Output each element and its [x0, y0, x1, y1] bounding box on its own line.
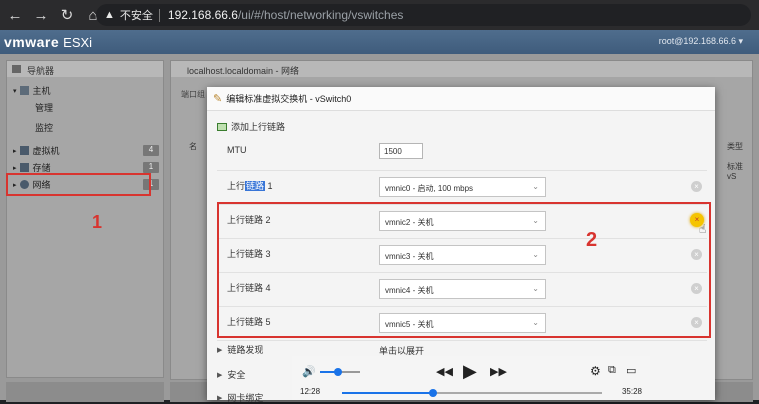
annotation-number-2: 2: [586, 229, 598, 251]
volume-icon[interactable]: 🔊: [302, 365, 316, 378]
forward-icon[interactable]: →: [30, 4, 52, 26]
seek-fill: [342, 392, 433, 394]
chevron-down-icon: ⌄: [532, 182, 539, 191]
nav-manage[interactable]: 管理: [35, 101, 53, 114]
back-icon[interactable]: ←: [4, 4, 26, 26]
esxi-header: vmware ESXi root@192.168.66.6 ▾: [0, 30, 759, 54]
fast-forward-icon[interactable]: ▶▶: [490, 365, 507, 378]
expand-icon[interactable]: ▸: [13, 164, 17, 172]
vmware-logo: vmware: [4, 34, 60, 50]
nav-vms-label: 虚拟机: [32, 146, 60, 156]
uplink-label-1-suffix: 1: [265, 181, 273, 191]
add-uplink-button[interactable]: 添加上行链路: [217, 120, 285, 133]
expand-icon[interactable]: ▸: [13, 147, 17, 155]
navigator-panel: 导航器 ▾ 主机 管理 监控 ▸ 虚拟机 4 ▸ 存储 1 ▸ 网络 1: [6, 60, 164, 378]
seek-knob[interactable]: [429, 389, 437, 397]
address-separator: [158, 8, 160, 22]
volume-slider[interactable]: [320, 368, 360, 376]
nav-host[interactable]: ▾ 主机: [13, 84, 51, 97]
current-time: 12:28: [300, 387, 321, 396]
expand-icon: ▶: [217, 394, 223, 402]
total-time: 35:28: [621, 387, 642, 396]
volume-knob[interactable]: [334, 368, 342, 376]
reload-icon[interactable]: ↻: [56, 4, 78, 26]
dialog-header: ✎ 编辑标准虚拟交换机 - vSwitch0: [207, 87, 715, 111]
mtu-input[interactable]: 1500: [379, 143, 423, 159]
storage-icon: [19, 163, 29, 172]
seek-bar[interactable]: [342, 389, 602, 397]
user-menu[interactable]: root@192.168.66.6 ▾: [659, 36, 743, 47]
mtu-label: MTU: [227, 145, 247, 155]
section-security-label: 安全: [227, 370, 246, 380]
annotation-box-1: [6, 173, 151, 196]
settings-gear-icon[interactable]: ⚙: [590, 364, 601, 378]
section-nic-teaming-label: 网卡绑定: [227, 393, 264, 403]
url-host: 192.168.66.6: [167, 8, 238, 22]
expand-icon: ▶: [217, 371, 223, 379]
warning-icon: ▲: [104, 9, 115, 21]
tab-portgroups[interactable]: 端口组: [181, 89, 205, 100]
pencil-icon: ✎: [213, 93, 223, 105]
media-player: 🔊 ◀◀ ▶ ▶▶ ⚙ ⧉ ▭ 12:28 35:28: [292, 356, 650, 400]
browser-toolbar: ← → ↻ ⌂ ▲ 不安全 192.168.66.6 /ui/#/host/ne…: [0, 0, 759, 30]
product-name: ESXi: [63, 34, 93, 50]
nav-host-label: 主机: [32, 86, 51, 96]
url-path: /ui/#/host/networking/vswitches: [237, 8, 404, 22]
address-bar[interactable]: ▲ 不安全 192.168.66.6 /ui/#/host/networking…: [96, 4, 751, 26]
play-icon[interactable]: ▶: [463, 361, 477, 382]
navigator-icon: [12, 65, 21, 73]
section-link-discovery[interactable]: ▶ 链路发现: [217, 343, 263, 356]
vm-icon: [19, 146, 29, 155]
nav-vms[interactable]: ▸ 虚拟机 4: [13, 144, 163, 157]
nav-monitor[interactable]: 监控: [35, 121, 53, 134]
nav-vms-badge: 4: [143, 145, 159, 156]
content-title: localhost.localdomain - 网络: [171, 61, 752, 77]
uplink-label-1-selected: 链路: [245, 181, 266, 191]
collapse-icon[interactable]: ▾: [13, 87, 17, 95]
rewind-icon[interactable]: ◀◀: [436, 365, 453, 378]
dialog-title: 编辑标准虚拟交换机 - vSwitch0: [226, 94, 352, 104]
recent-tasks-left: [6, 382, 164, 402]
navigator-title-text: 导航器: [27, 66, 55, 76]
uplink-label-1: 上行链路 1: [227, 179, 273, 192]
remove-uplink-1-icon[interactable]: ×: [691, 181, 702, 192]
uplink-row-1: 上行链路 1 vmnic0 - 启动, 100 mbps ⌄ ×: [217, 171, 707, 205]
captions-icon[interactable]: ▭: [626, 364, 636, 377]
host-icon: [19, 86, 29, 95]
mtu-row: MTU 1500: [217, 137, 707, 171]
column-type: 类型: [727, 142, 743, 151]
uplink-select-1-value: vmnic0 - 启动, 100 mbps: [385, 184, 474, 193]
add-uplink-icon: [217, 122, 227, 131]
row-type-cell: 标准 vS: [727, 162, 743, 181]
section-link-discovery-label: 链路发现: [227, 345, 264, 355]
navigator-title: 导航器: [7, 61, 163, 77]
section-nic-teaming[interactable]: ▶ 网卡绑定: [217, 391, 263, 404]
column-name: 名: [189, 142, 197, 151]
annotation-box-2: [217, 202, 711, 338]
security-label: 不安全: [119, 10, 153, 22]
section-security[interactable]: ▶ 安全: [217, 368, 245, 381]
add-uplink-label: 添加上行链路: [231, 122, 286, 132]
uplink-label-1-prefix: 上行: [227, 181, 246, 191]
uplink-select-1[interactable]: vmnic0 - 启动, 100 mbps ⌄: [379, 177, 546, 197]
annotation-number-1: 1: [92, 212, 103, 232]
nav-storage-badge: 1: [143, 162, 159, 173]
expand-icon: ▶: [217, 346, 223, 354]
pip-icon[interactable]: ⧉: [608, 364, 616, 377]
